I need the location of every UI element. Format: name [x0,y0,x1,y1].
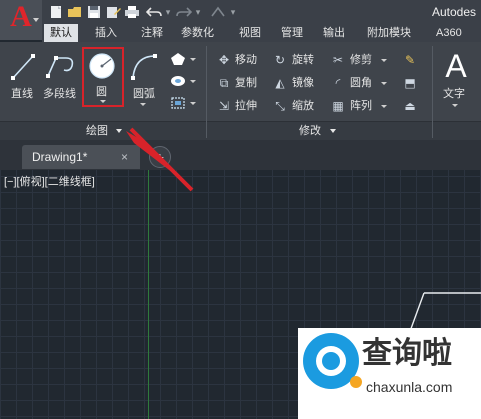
watermark-url: chaxunla.com [366,379,453,395]
red-pointer-shaft [129,127,194,192]
watermark-logo-dot [350,376,362,388]
watermark-text: 查询啦 [362,337,452,370]
watermark-logo-core [322,352,340,370]
